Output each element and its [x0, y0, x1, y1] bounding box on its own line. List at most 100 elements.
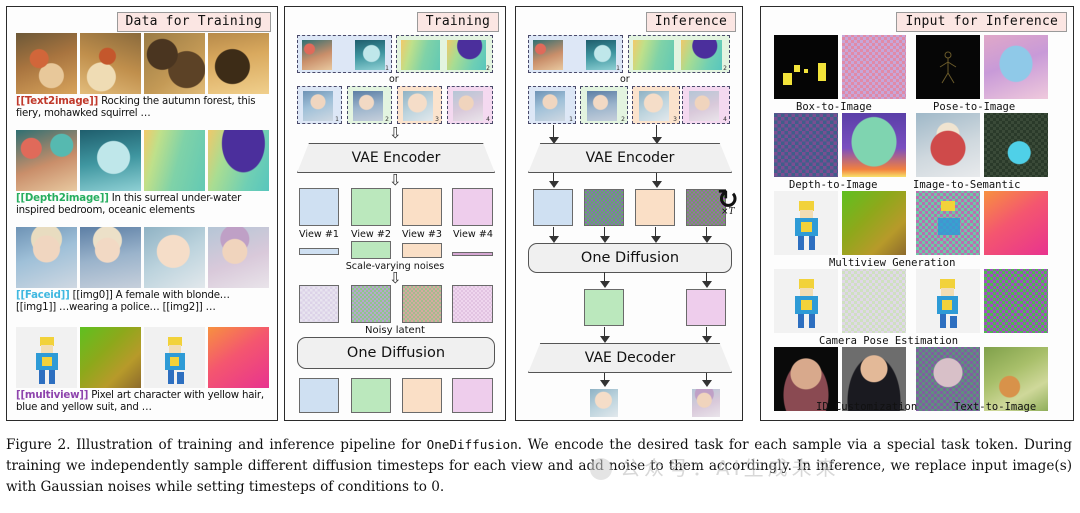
thumb-face-winter — [689, 91, 719, 121]
arrow-head — [549, 181, 559, 188]
input-view-4: 4 — [447, 86, 493, 124]
cell-noise-pastel — [842, 269, 906, 333]
label-multiview-generation: Multiview Generation — [829, 257, 956, 269]
cell-noise-pink — [842, 35, 906, 99]
cell-pixelart-front2 — [774, 269, 838, 333]
thumb-drum-closeup — [144, 33, 205, 94]
cell-gradient-pink — [984, 191, 1048, 255]
data-row-multiview: [[multiview]] Pixel art character with y… — [16, 327, 270, 415]
arrow-head — [652, 181, 662, 188]
group-index: 2 — [385, 116, 389, 123]
thumb-depthmap-teal — [144, 130, 205, 191]
panel-header-input-for-inference: Input for Inference — [896, 12, 1067, 32]
input-view-1: 1 — [528, 86, 576, 124]
group-index: 1 — [569, 116, 573, 123]
thumb-depthmap-blob — [447, 40, 486, 70]
row-caption: [[Depth2image]] In this surreal under-wa… — [16, 193, 270, 218]
vae-encoder-label: VAE Encoder — [585, 149, 675, 166]
thumb-face-braids-2 — [80, 227, 141, 288]
arrow-to-latents: ⇩ — [389, 171, 402, 189]
group-index: 4 — [486, 116, 490, 123]
thumb-face-braids-2 — [587, 91, 617, 121]
task-token-faceid: [[Faceid]] — [16, 290, 70, 301]
thumb-bedroom-underwater — [80, 130, 141, 191]
cell-noise-pixelart — [916, 191, 980, 255]
noise-scale-bar-1 — [299, 248, 339, 255]
arrow-head — [600, 281, 610, 288]
vae-encoder-label: VAE Encoder — [351, 149, 441, 166]
group-index: 2 — [621, 116, 625, 123]
caption-model-name: OneDiffusion — [426, 437, 518, 452]
group-index: 2 — [723, 65, 727, 72]
cell-semantic-noise — [984, 113, 1048, 177]
thumb-gradient-pink — [208, 327, 269, 388]
panel-training: Training 1 2 or 1 2 3 4 ⇩ VAE Encoder ⇩ … — [284, 6, 506, 421]
vae-encoder-block-inference: VAE Encoder — [528, 143, 732, 173]
thumb-face-winter — [453, 91, 483, 121]
arrow-head — [702, 380, 712, 387]
panel-input-for-inference: Input for Inference Box-to-Image Pose-to… — [760, 6, 1074, 421]
loop-label: ×T — [721, 207, 735, 217]
thumb-pixelart-side — [144, 327, 205, 388]
arrow-head — [600, 380, 610, 387]
output-latent-2 — [351, 378, 391, 413]
output-latent-1 — [299, 378, 339, 413]
input-group-pair-1: 1 — [528, 35, 623, 73]
thumb-pixelart-front — [16, 327, 77, 388]
figure-caption: Figure 2. Illustration of training and i… — [6, 434, 1072, 498]
output-image-1 — [590, 389, 618, 417]
noisy-latent-1 — [299, 285, 339, 323]
vae-encoder-block-training: VAE Encoder — [297, 143, 495, 173]
thumb-bedroom-underwater — [586, 40, 616, 70]
noisy-latent-4 — [452, 285, 493, 323]
noise-scale-bar-3 — [402, 243, 442, 258]
label-image-to-semantic: Image-to-Semantic — [913, 179, 1021, 191]
noise-scale-bar-4 — [452, 252, 493, 256]
data-row-depth2image: [[Depth2image]] In this surreal under-wa… — [16, 130, 270, 218]
label-id-customization: ID Customization — [816, 401, 918, 413]
view-label-2: View #2 — [351, 229, 391, 240]
row-caption: [[multiview]] Pixel art character with y… — [16, 390, 270, 415]
or-label-inference: or — [620, 74, 630, 85]
cell-doll-street — [916, 113, 980, 177]
label-text-to-image: Text-to-Image — [954, 401, 1037, 413]
input-view-2: 2 — [580, 86, 628, 124]
thumb-face-braids-1 — [303, 91, 333, 121]
cell-gradient-olive — [842, 191, 906, 255]
output-latent-3 — [402, 378, 442, 413]
denoised-latent-1 — [584, 289, 624, 326]
pose-skeleton-icon — [939, 51, 957, 84]
thumb-face-braids-2 — [353, 91, 383, 121]
thumb-face-closeup — [639, 91, 669, 121]
arrow-head — [652, 137, 662, 144]
group-index: 4 — [723, 116, 727, 123]
panel-header-data-for-training: Data for Training — [116, 12, 271, 32]
cell-depth-city — [774, 113, 838, 177]
task-token-multiview: [[multiview]] — [16, 390, 89, 401]
thumb-strip — [16, 130, 270, 191]
input-view-3: 3 — [397, 86, 442, 124]
denoised-latent-2 — [686, 289, 726, 326]
vae-decoder-label: VAE Decoder — [584, 349, 676, 366]
noisy-latent-label: Noisy latent — [365, 325, 425, 336]
group-index: 3 — [673, 116, 677, 123]
label-camera-pose-estimation: Camera Pose Estimation — [819, 335, 959, 347]
noise-scale-bar-2 — [351, 241, 391, 259]
latent-condition-1 — [533, 189, 573, 226]
latent-condition-2 — [635, 189, 675, 226]
one-diffusion-label: One Diffusion — [346, 345, 446, 361]
input-view-3: 3 — [632, 86, 680, 124]
arrow-head — [549, 137, 559, 144]
group-index: 1 — [616, 65, 620, 72]
arrow-head — [600, 336, 610, 343]
panel-data-for-training: Data for Training [[Text2image]] Rocking… — [6, 6, 278, 421]
cell-pixelart-front — [774, 191, 838, 255]
caption-part-1: Illustration of training and inference p… — [70, 437, 427, 453]
caption-prefix: Figure 2. — [6, 437, 71, 453]
vae-decoder-block: VAE Decoder — [528, 343, 732, 373]
task-token-depth2image: [[Depth2image]] — [16, 193, 109, 204]
latent-view-2 — [351, 188, 391, 226]
one-diffusion-block-training: One Diffusion — [297, 337, 495, 369]
arrow-head — [549, 236, 559, 243]
group-index: 1 — [385, 65, 389, 72]
